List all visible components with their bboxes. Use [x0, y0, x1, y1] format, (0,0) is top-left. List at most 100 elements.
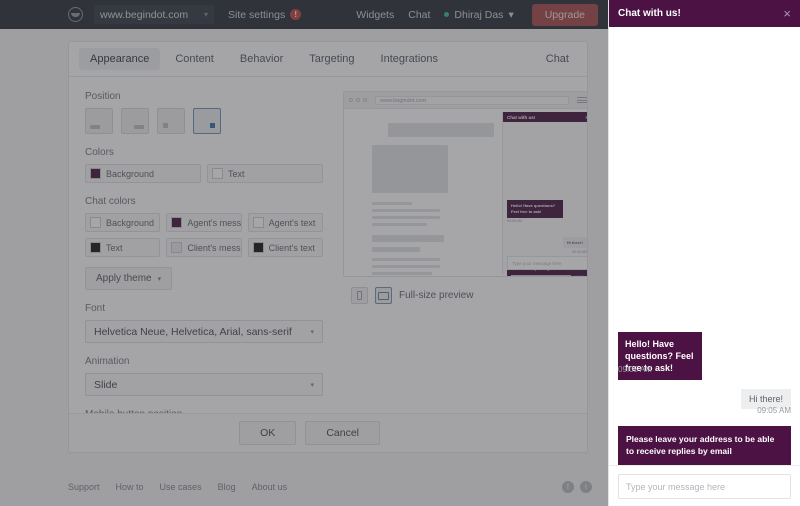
- color-swatch-icon: [90, 168, 101, 179]
- chat-widget: Chat with us! × Hello! Have questions? F…: [608, 0, 800, 506]
- color-text-label: Text: [228, 168, 245, 179]
- preview-client-time: 09:05 AM: [572, 249, 587, 254]
- animation-label: Animation: [85, 356, 130, 367]
- color-background-button[interactable]: Background: [85, 164, 201, 183]
- user-name: Dhiraj Das: [454, 8, 504, 21]
- footer-link-about-us[interactable]: About us: [252, 482, 288, 492]
- upgrade-button[interactable]: Upgrade: [531, 3, 598, 26]
- twitter-icon[interactable]: t: [580, 481, 592, 493]
- footer-link-blog[interactable]: Blog: [218, 482, 236, 492]
- color-text-button[interactable]: Text: [207, 164, 323, 183]
- animation-value: Slide: [94, 378, 118, 391]
- chat-color-agent-messages-button[interactable]: Agent's messages: [166, 213, 242, 232]
- preview-message-input: Type your message here: [507, 256, 587, 270]
- preview-email-input: Email address: [511, 275, 571, 276]
- chat-color-client-text-button[interactable]: Client's text: [247, 238, 323, 257]
- color-swatch-icon: [252, 217, 264, 228]
- tab-targeting[interactable]: Targeting: [298, 48, 365, 70]
- user-menu[interactable]: Dhiraj Das ▾: [444, 8, 514, 21]
- logo-icon: [68, 7, 83, 22]
- chevron-down-icon: ▾: [310, 381, 314, 389]
- email-capture-form: Please leave your address to be able to …: [618, 426, 791, 465]
- site-selector[interactable]: www.begindot.com ▾: [94, 5, 214, 24]
- nav-link-chat[interactable]: Chat: [408, 9, 430, 21]
- footer-link-how-to[interactable]: How to: [116, 482, 144, 492]
- apply-theme-button[interactable]: Apply theme ▾: [85, 267, 173, 290]
- mobile-preview-button[interactable]: [351, 287, 368, 304]
- tab-chat-right[interactable]: Chat: [546, 53, 577, 65]
- footer-link-support[interactable]: Support: [68, 482, 100, 492]
- chat-color-agent-text-button[interactable]: Agent's text: [247, 213, 323, 232]
- chat-message-list: Hello! Have questions? Feel free to ask!…: [609, 27, 800, 465]
- cancel-button[interactable]: Cancel: [305, 421, 380, 445]
- chevron-down-icon: ▾: [508, 8, 514, 21]
- chat-colors-row-1: Background Agent's messages Agent's text: [85, 213, 323, 232]
- tab-integrations[interactable]: Integrations: [370, 48, 449, 70]
- nav-link-widgets[interactable]: Widgets: [356, 9, 394, 21]
- color-swatch-icon: [212, 168, 223, 179]
- color-background-label: Background: [106, 168, 155, 179]
- font-value: Helvetica Neue, Helvetica, Arial, sans-s…: [94, 325, 292, 338]
- tab-appearance[interactable]: Appearance: [79, 48, 161, 70]
- mobile-icon: [357, 291, 362, 300]
- app-root: www.begindot.com ▾ Site settings ! Widge…: [0, 0, 800, 506]
- chat-widget-title: Chat with us!: [618, 8, 681, 19]
- top-navbar: www.begindot.com ▾ Site settings ! Widge…: [0, 0, 608, 29]
- position-option-bottom-right[interactable]: [193, 108, 221, 134]
- browser-dot-icon: [349, 98, 353, 102]
- apply-theme-label: Apply theme: [96, 273, 152, 284]
- position-option-bottom-left-wide[interactable]: [85, 108, 113, 134]
- font-select[interactable]: Helvetica Neue, Helvetica, Arial, sans-s…: [85, 320, 323, 343]
- chat-color-agent-messages-label: Agent's messages: [187, 217, 242, 228]
- chat-colors-label: Chat colors: [85, 196, 136, 207]
- desktop-preview-button[interactable]: [375, 287, 392, 304]
- color-swatch-icon: [252, 242, 264, 253]
- color-swatch-icon: [90, 217, 101, 228]
- close-icon: ×: [585, 114, 588, 120]
- tab-content[interactable]: Content: [164, 48, 225, 70]
- dashboard-shell: www.begindot.com ▾ Site settings ! Widge…: [0, 0, 608, 506]
- preview-email-row: Email address ➤: [511, 275, 584, 276]
- color-swatch-icon: [171, 217, 183, 228]
- chat-color-client-messages-button[interactable]: Client's messages: [166, 238, 242, 257]
- chat-color-client-text-label: Client's text: [268, 242, 315, 253]
- message-input[interactable]: Type your message here: [618, 474, 791, 499]
- ok-button[interactable]: OK: [239, 421, 297, 445]
- top-nav-right: Widgets Chat Dhiraj Das ▾ Upgrade: [356, 3, 598, 26]
- chevron-down-icon: ▾: [157, 275, 162, 283]
- preview-agent-time: 09:05 AM: [507, 218, 522, 223]
- colors-row: Background Text: [85, 164, 323, 183]
- position-option-bottom-right-wide[interactable]: [121, 108, 149, 134]
- chat-color-agent-text-label: Agent's text: [268, 217, 316, 228]
- position-marker-icon: [90, 125, 100, 129]
- browser-dot-icon: [356, 98, 360, 102]
- position-marker-icon: [134, 125, 144, 129]
- chat-color-text-label: Text: [106, 242, 123, 253]
- modal-footer: OK Cancel: [69, 413, 587, 452]
- facebook-icon[interactable]: f: [562, 481, 574, 493]
- chat-color-background-label: Background: [106, 217, 155, 228]
- email-capture-prompt: Please leave your address to be able to …: [626, 434, 775, 456]
- preview-chat-widget: Chat with us! × Hello! Have questions? F…: [502, 112, 588, 276]
- site-settings-link[interactable]: Site settings !: [228, 9, 302, 21]
- site-selector-value: www.begindot.com: [100, 8, 189, 21]
- widget-preview: www.begindot.com Chat with us! × Hello! …: [343, 91, 588, 277]
- client-message-time: 09:05 AM: [757, 406, 791, 415]
- animation-select[interactable]: Slide ▾: [85, 373, 323, 396]
- preview-column: www.begindot.com Chat with us! × Hello! …: [337, 91, 588, 417]
- preview-chat-title: Chat with us!: [507, 114, 536, 120]
- footer-link-use-cases[interactable]: Use cases: [160, 482, 202, 492]
- font-label: Font: [85, 303, 106, 314]
- close-icon[interactable]: ×: [783, 6, 791, 21]
- chat-color-text-button[interactable]: Text: [85, 238, 161, 257]
- tab-behavior[interactable]: Behavior: [229, 48, 294, 70]
- position-label: Position: [85, 91, 121, 102]
- position-option-bottom-left[interactable]: [157, 108, 185, 134]
- chat-colors-row-2: Text Client's messages Client's text: [85, 238, 323, 257]
- full-size-preview-label[interactable]: Full-size preview: [399, 290, 473, 301]
- warning-badge-icon: !: [290, 9, 302, 20]
- color-swatch-icon: [171, 242, 183, 253]
- chat-color-background-button[interactable]: Background: [85, 213, 161, 232]
- page-footer: Support How to Use cases Blog About us f…: [0, 468, 608, 506]
- settings-tabs: Appearance Content Behavior Targeting In…: [69, 42, 587, 77]
